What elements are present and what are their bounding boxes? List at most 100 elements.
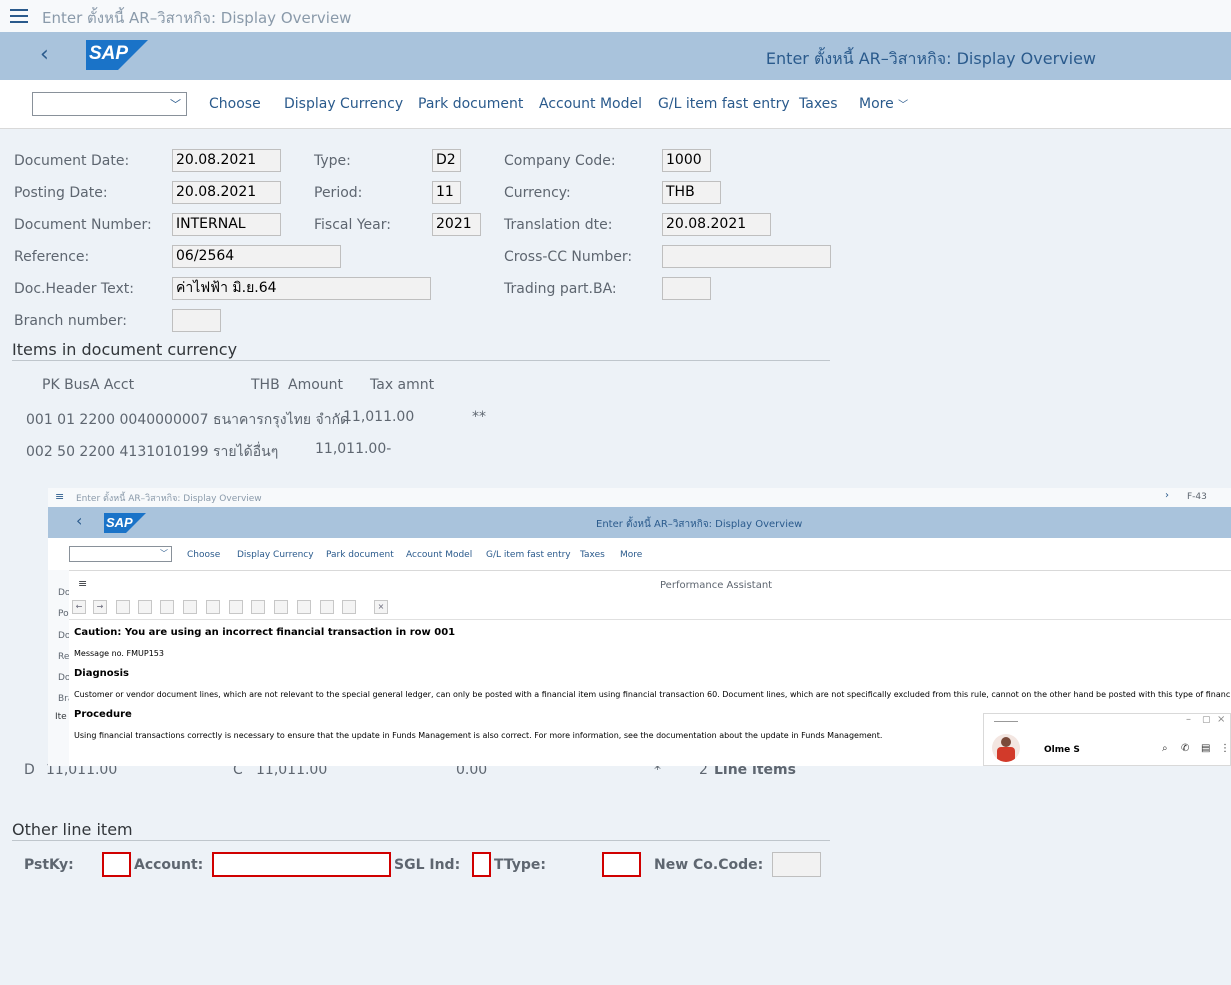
pstky-label: PstKy: — [24, 857, 74, 873]
close-icon[interactable]: × — [374, 600, 388, 614]
menu-icon[interactable]: ≡ — [78, 577, 87, 590]
message-number: Message no. FMUP153 — [74, 649, 164, 658]
print-icon[interactable] — [297, 600, 311, 614]
chat-titlebar-slider — [994, 721, 1018, 722]
minimize-icon[interactable]: – — [1186, 714, 1191, 725]
tools-icon[interactable] — [138, 600, 152, 614]
sgl-ind-label: SGL Ind: — [394, 857, 461, 873]
overlay-header: ‹ SAP Enter ตั้งหนี้ AR–วิสาหกิจ: Displa… — [48, 507, 1231, 538]
type-field[interactable]: D2 — [432, 149, 461, 172]
overlay-variant-select[interactable]: ﹀ — [69, 546, 172, 562]
choose-button[interactable]: Choose — [209, 96, 261, 112]
ttype-field[interactable] — [602, 852, 641, 877]
chevron-down-icon: ﹀ — [898, 100, 909, 111]
branch-number-label: Branch number: — [14, 313, 127, 329]
diagnosis-title: Diagnosis — [74, 668, 129, 679]
overlay-more-button[interactable]: More — [620, 550, 642, 560]
filter-icon[interactable] — [274, 600, 288, 614]
cross-cc-number-field[interactable] — [662, 245, 831, 268]
doc-header-text-field[interactable]: ค่าไฟฟ้า มิ.ย.64 — [172, 277, 431, 300]
items-header-tax: Tax amnt — [370, 377, 435, 393]
forward-icon[interactable]: → — [93, 600, 107, 614]
window-title: Enter ตั้งหนี้ AR–วิสาหกิจ: Display Over… — [42, 9, 352, 27]
company-code-label: Company Code: — [504, 153, 616, 169]
overlay-transaction-code: F-43 — [1187, 492, 1207, 502]
new-co-code-label: New Co.Code: — [654, 857, 764, 873]
reference-field[interactable]: 06/2564 — [172, 245, 341, 268]
overlay-account-model-button[interactable]: Account Model — [406, 550, 472, 560]
back-icon[interactable]: ‹ — [40, 44, 60, 67]
more-button[interactable]: More ﹀ — [859, 96, 908, 112]
back-icon[interactable]: ‹ — [76, 511, 82, 530]
overlay-taxes-button[interactable]: Taxes — [580, 550, 605, 560]
taxes-button[interactable]: Taxes — [799, 96, 838, 112]
item-row-amount: 11,011.00 — [343, 409, 415, 425]
chevron-right-icon[interactable]: › — [1165, 490, 1169, 501]
overlay-gl-fast-entry-button[interactable]: G/L item fast entry — [486, 550, 571, 560]
trading-part-field[interactable] — [662, 277, 711, 300]
posting-date-field[interactable]: 20.08.2021 — [172, 181, 281, 204]
overlay-choose-button[interactable]: Choose — [187, 550, 220, 560]
display-currency-button[interactable]: Display Currency — [284, 96, 403, 112]
ttype-label: TType: — [494, 857, 547, 873]
maximize-icon[interactable]: ▢ — [1202, 715, 1211, 725]
back-icon[interactable]: ← — [72, 600, 86, 614]
branch-number-field[interactable] — [172, 309, 221, 332]
period-field[interactable]: 11 — [432, 181, 461, 204]
currency-field[interactable]: THB — [662, 181, 721, 204]
pstky-field[interactable] — [102, 852, 131, 877]
document-number-field[interactable]: INTERNAL — [172, 213, 281, 236]
more-vert-icon[interactable]: ⋮ — [1220, 743, 1230, 754]
copy-icon[interactable] — [160, 600, 174, 614]
document-date-field[interactable]: 20.08.2021 — [172, 149, 281, 172]
phone-icon[interactable]: ✆ — [1181, 743, 1189, 754]
item-row-flag: ** — [472, 409, 486, 425]
variant-select[interactable]: ﹀ — [32, 92, 187, 116]
settings-icon[interactable] — [206, 600, 220, 614]
overlay-toolbar: ﹀ Choose Display Currency Park document … — [48, 538, 1231, 570]
close-icon[interactable]: × — [1217, 714, 1225, 725]
account-model-button[interactable]: Account Model — [539, 96, 642, 112]
edit-icon[interactable] — [251, 600, 265, 614]
calendar-icon[interactable] — [229, 600, 243, 614]
park-document-button[interactable]: Park document — [418, 96, 523, 112]
procedure-title: Procedure — [74, 709, 132, 720]
overlay-display-currency-button[interactable]: Display Currency — [237, 550, 314, 560]
search-icon[interactable]: ⌕ — [1162, 743, 1168, 754]
translation-date-field[interactable]: 20.08.2021 — [662, 213, 771, 236]
menu-icon[interactable] — [10, 9, 28, 23]
search-icon[interactable] — [320, 600, 334, 614]
user-icon[interactable] — [342, 600, 356, 614]
sap-logo-text: SAP — [89, 43, 129, 64]
account-label: Account: — [134, 857, 204, 873]
account-field[interactable] — [212, 852, 391, 877]
doc-header-text-label: Doc.Header Text: — [14, 281, 134, 297]
trading-part-label: Trading part.BA: — [504, 281, 617, 297]
period-label: Period: — [314, 185, 363, 201]
sgl-ind-field[interactable] — [472, 852, 491, 877]
chat-widget[interactable]: – ▢ × Olme S ⌕ ✆ ▤ ⋮ — [983, 713, 1231, 766]
items-header-amount: Amount — [288, 377, 344, 393]
overlay-title-bar: ≡ Enter ตั้งหนี้ AR–วิสาหกิจ: Display Ov… — [48, 488, 1231, 507]
notes-icon[interactable]: ▤ — [1201, 743, 1210, 754]
title-bar: Enter ตั้งหนี้ AR–วิสาหกิจ: Display Over… — [0, 0, 1231, 32]
gl-item-fast-entry-button[interactable]: G/L item fast entry — [658, 96, 790, 112]
company-code-field[interactable]: 1000 — [662, 149, 711, 172]
clipboard-icon[interactable] — [116, 600, 130, 614]
overlay-window-title: Enter ตั้งหนี้ AR–วิสาหกิจ: Display Over… — [76, 494, 262, 504]
fiscal-year-field[interactable]: 2021 — [432, 213, 481, 236]
diagnosis-text: Customer or vendor document lines, which… — [74, 690, 1231, 699]
document-icon[interactable] — [183, 600, 197, 614]
new-co-code-field[interactable] — [772, 852, 821, 877]
items-section-title: Items in document currency — [12, 340, 238, 359]
procedure-text: Using financial transactions correctly i… — [74, 731, 883, 740]
item-row-amount: 11,011.00- — [315, 441, 392, 457]
overlay-park-document-button[interactable]: Park document — [326, 550, 394, 560]
performance-assistant-title: Performance Assistant — [660, 580, 773, 591]
other-line-item-title: Other line item — [12, 820, 133, 839]
posting-date-label: Posting Date: — [14, 185, 108, 201]
menu-icon[interactable]: ≡ — [55, 490, 64, 503]
overlay-header-title: Enter ตั้งหนี้ AR–วิสาหกิจ: Display Over… — [596, 519, 803, 530]
items-header-currency: THB — [251, 377, 280, 393]
fiscal-year-label: Fiscal Year: — [314, 217, 391, 233]
